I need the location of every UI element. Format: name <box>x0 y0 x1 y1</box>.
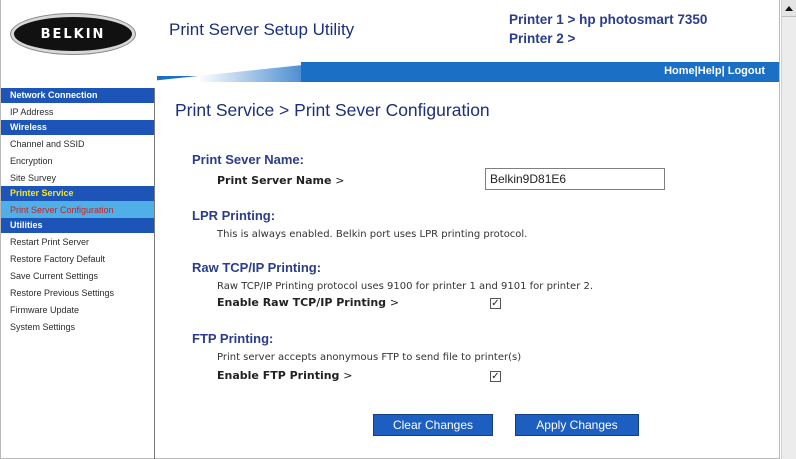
ftp-section-title: FTP Printing: <box>192 331 274 346</box>
raw-tcp-enable-label: Enable Raw TCP/IP Printing > <box>217 296 400 309</box>
sidebar-section-utilities: Utilities <box>1 218 154 233</box>
app-title: Print Server Setup Utility <box>169 20 355 39</box>
help-link[interactable]: Help <box>698 65 722 77</box>
printer-status: Printer 1 > hp photosmart 7350 Printer 2… <box>509 10 707 48</box>
vertical-scrollbar[interactable] <box>781 0 796 459</box>
raw-tcp-section-title: Raw TCP/IP Printing: <box>192 260 322 275</box>
sidebar-item-encryption[interactable]: Encryption <box>1 152 154 169</box>
app-window: BELKIN Print Server Setup Utility Printe… <box>0 0 780 459</box>
raw-tcp-description: Raw TCP/IP Printing protocol uses 9100 f… <box>217 281 594 292</box>
server-name-input[interactable]: Belkin9D81E6 <box>485 168 665 190</box>
header: BELKIN Print Server Setup Utility Printe… <box>1 0 779 62</box>
logout-link[interactable]: Logout <box>728 65 765 77</box>
clear-changes-button[interactable]: Clear Changes <box>373 414 493 436</box>
apply-changes-button[interactable]: Apply Changes <box>515 414 639 436</box>
belkin-logo: BELKIN <box>11 14 135 54</box>
server-name-section-title: Print Sever Name: <box>192 152 304 167</box>
logo-text: BELKIN <box>40 26 106 42</box>
sidebar-section-network-connection: Network Connection <box>1 88 154 103</box>
sidebar-item-ip-address[interactable]: IP Address <box>1 103 154 120</box>
sidebar-item-site-survey[interactable]: Site Survey <box>1 169 154 186</box>
main-content: Print Service > Print Sever Configuratio… <box>155 82 779 459</box>
sidebar-section-wireless: Wireless <box>1 120 154 135</box>
printer-2-status: Printer 2 > <box>509 31 576 46</box>
sidebar-item-restore-previous-settings[interactable]: Restore Previous Settings <box>1 284 154 301</box>
sidebar-item-firmware-update[interactable]: Firmware Update <box>1 301 154 318</box>
raw-tcp-enable-checkbox[interactable]: ✓ <box>490 298 501 309</box>
sidebar-item-print-server-configuration[interactable]: Print Server Configuration <box>1 201 154 218</box>
page-title: Print Service > Print Sever Configuratio… <box>175 100 490 120</box>
top-nav-bar: Home|Help| Logout <box>1 62 779 82</box>
sidebar-item-restore-factory-default[interactable]: Restore Factory Default <box>1 250 154 267</box>
sidebar-item-channel-and-ssid[interactable]: Channel and SSID <box>1 135 154 152</box>
nav-links: Home|Help| Logout <box>664 65 765 77</box>
sidebar-item-restart-print-server[interactable]: Restart Print Server <box>1 233 154 250</box>
lpr-section-title: LPR Printing: <box>192 208 276 223</box>
ftp-enable-checkbox[interactable]: ✓ <box>490 371 501 382</box>
sidebar-item-save-current-settings[interactable]: Save Current Settings <box>1 267 154 284</box>
printer-1-status: Printer 1 > hp photosmart 7350 <box>509 12 708 27</box>
sidebar-item-system-settings[interactable]: System Settings <box>1 318 154 335</box>
ftp-description: Print server accepts anonymous FTP to se… <box>217 352 522 363</box>
home-link[interactable]: Home <box>664 65 695 77</box>
scroll-up-arrow-icon[interactable] <box>782 0 796 17</box>
ftp-enable-label: Enable FTP Printing > <box>217 369 353 382</box>
server-name-label: Print Server Name > <box>217 174 345 187</box>
sidebar: Network Connection IP Address Wireless C… <box>1 88 155 459</box>
sidebar-section-printer-service: Printer Service <box>1 186 154 201</box>
lpr-description: This is always enabled. Belkin port uses… <box>217 229 528 240</box>
